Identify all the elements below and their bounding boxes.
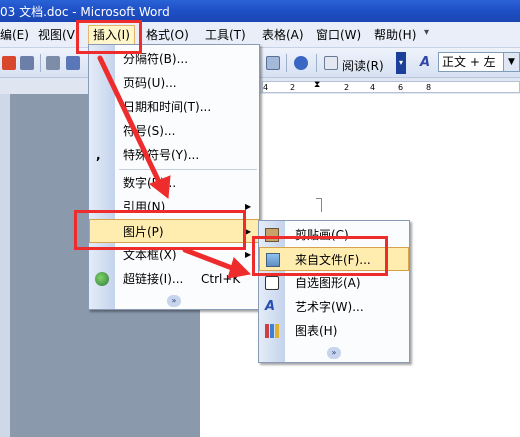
- arrowhead: [227, 257, 252, 279]
- arrow-to-from-file: [182, 247, 235, 271]
- arrow-to-picture: [97, 55, 163, 187]
- annotation-arrows: [97, 55, 252, 279]
